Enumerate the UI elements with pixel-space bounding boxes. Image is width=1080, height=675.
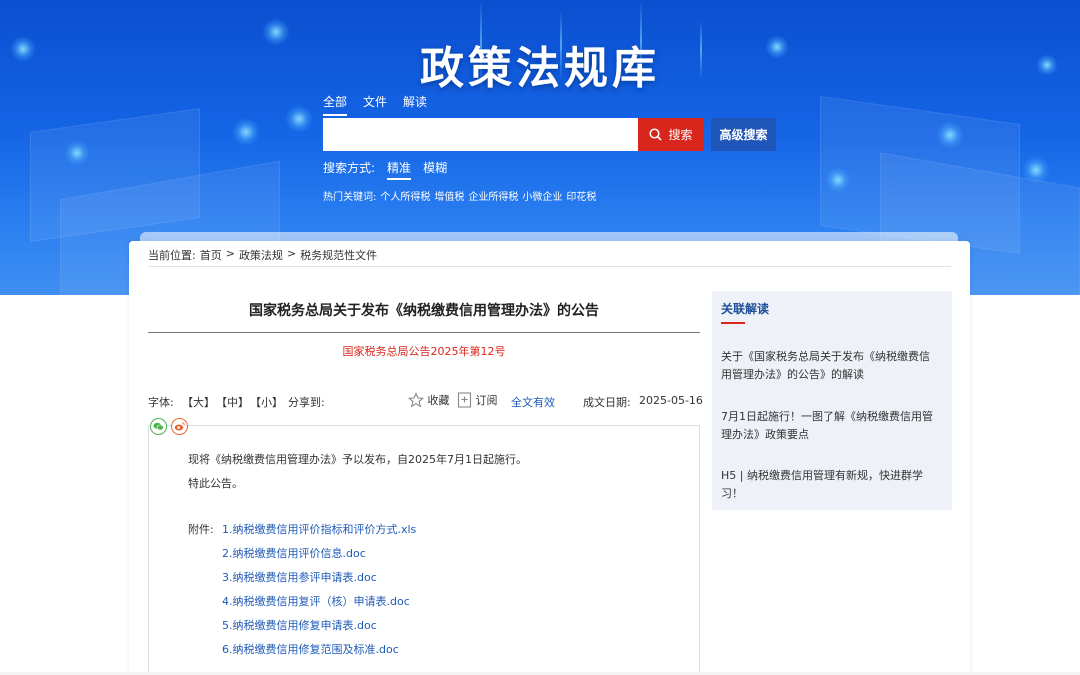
search-box: [323, 118, 638, 151]
banner-decor: [825, 167, 851, 193]
breadcrumb-home[interactable]: 首页: [200, 247, 222, 266]
body-paragraph: 特此公告。: [188, 477, 243, 490]
attachments-label: 附件:: [188, 523, 214, 536]
breadcrumb-label: 当前位置:: [148, 249, 196, 262]
breadcrumb-separator: >: [225, 247, 235, 260]
star-icon: [407, 392, 425, 408]
tab-interpretations[interactable]: 解读: [403, 93, 427, 116]
hot-keywords-label: 热门关键词:: [323, 192, 377, 203]
tab-all[interactable]: 全部: [323, 93, 348, 116]
search-icon: [649, 128, 663, 141]
search-input[interactable]: [323, 118, 638, 151]
hot-keyword[interactable]: 小微企业: [522, 188, 562, 203]
banner-decor: [232, 118, 260, 146]
search-mode-label: 搜索方式:: [323, 161, 376, 175]
body-paragraph: 现将《纳税缴费信用管理办法》予以发布，自2025年7月1日起施行。: [188, 453, 527, 466]
title-divider: [148, 332, 700, 333]
related-item[interactable]: 7月1日起施行！一图了解《纳税缴费信用管理办法》政策要点: [721, 408, 939, 444]
banner-decor: [64, 140, 90, 166]
breadcrumb-policies[interactable]: 政策法规: [239, 247, 283, 266]
related-item[interactable]: H5 | 纳税缴费信用管理有新规，快进群学习！: [721, 467, 939, 503]
search-tabs: 全部 文件 解读: [323, 93, 427, 116]
document-number: 国家税务总局公告2025年第12号: [342, 345, 506, 358]
document-title: 国家税务总局关于发布《纳税缴费信用管理办法》的公告: [249, 303, 599, 319]
site-title: 政策法规库: [420, 43, 660, 94]
hot-keyword[interactable]: 个人所得税: [380, 188, 430, 203]
font-size-small[interactable]: 【小】: [250, 394, 283, 410]
font-size-large[interactable]: 【大】: [182, 394, 215, 410]
subscribe-button[interactable]: 订阅: [457, 392, 498, 408]
hot-keyword[interactable]: 增值税: [434, 188, 464, 203]
search-mode-row: 搜索方式: 精准 模糊: [323, 159, 447, 180]
share-label: 分享到:: [288, 396, 325, 409]
advanced-search-button[interactable]: 高级搜索: [711, 118, 776, 151]
breadcrumb: 当前位置: 首页 > 政策法规 > 税务规范性文件: [148, 247, 951, 267]
related-item[interactable]: 关于《国家税务总局关于发布《纳税缴费信用管理办法》的公告》的解读: [721, 348, 939, 384]
validity-status: 全文有效: [511, 396, 555, 409]
sidebar-title: 关联解读: [721, 302, 770, 316]
banner-decor: [285, 105, 313, 133]
font-size-label: 字体:: [148, 396, 174, 409]
search-mode-fuzzy[interactable]: 模糊: [423, 159, 447, 180]
wechat-glyph: [153, 422, 164, 431]
favorite-button[interactable]: 收藏: [407, 392, 450, 408]
attachment-link[interactable]: 2.纳税缴费信用评价信息.doc: [222, 545, 366, 561]
search-mode-exact[interactable]: 精准: [387, 159, 412, 180]
sidebar-title-accent: [721, 322, 745, 324]
banner-decor: [936, 121, 964, 149]
breadcrumb-current[interactable]: 税务规范性文件: [300, 247, 377, 266]
font-size-medium[interactable]: 【中】: [216, 394, 249, 410]
attachment-link[interactable]: 1.纳税缴费信用评价指标和评价方式.xls: [222, 521, 416, 537]
document-toolbar: 字体: 【大】 【中】 【小】 分享到: 收藏 订阅 全文有效 成文日期: 20…: [148, 392, 703, 410]
document-date: 2025-05-16: [639, 394, 703, 407]
attachment-link[interactable]: 4.纳税缴费信用复评（核）申请表.doc: [222, 593, 410, 609]
weibo-icon[interactable]: [171, 418, 188, 435]
search-button[interactable]: 搜索: [638, 118, 704, 151]
hot-keyword[interactable]: 印花税: [566, 188, 596, 203]
attachment-link[interactable]: 3.纳税缴费信用参评申请表.doc: [222, 569, 377, 585]
wechat-icon[interactable]: [150, 418, 167, 435]
hot-keywords: 热门关键词: 个人所得税 增值税 企业所得税 小微企业 印花税: [323, 188, 596, 203]
banner-decor: [1022, 156, 1050, 184]
share-icons: [150, 418, 188, 435]
attachment-link[interactable]: 6.纳税缴费信用修复范围及标准.doc: [222, 641, 399, 657]
subscribe-label: 订阅: [475, 394, 498, 407]
tab-documents[interactable]: 文件: [363, 93, 387, 116]
favorite-label: 收藏: [427, 394, 450, 407]
weibo-glyph: [174, 422, 185, 431]
attachment-link[interactable]: 5.纳税缴费信用修复申请表.doc: [222, 617, 377, 633]
breadcrumb-separator: >: [286, 247, 297, 260]
date-label: 成文日期:: [583, 396, 631, 409]
search-button-label: 搜索: [668, 128, 693, 142]
hot-keyword[interactable]: 企业所得税: [468, 188, 518, 203]
bookmark-plus-icon: [457, 392, 472, 408]
